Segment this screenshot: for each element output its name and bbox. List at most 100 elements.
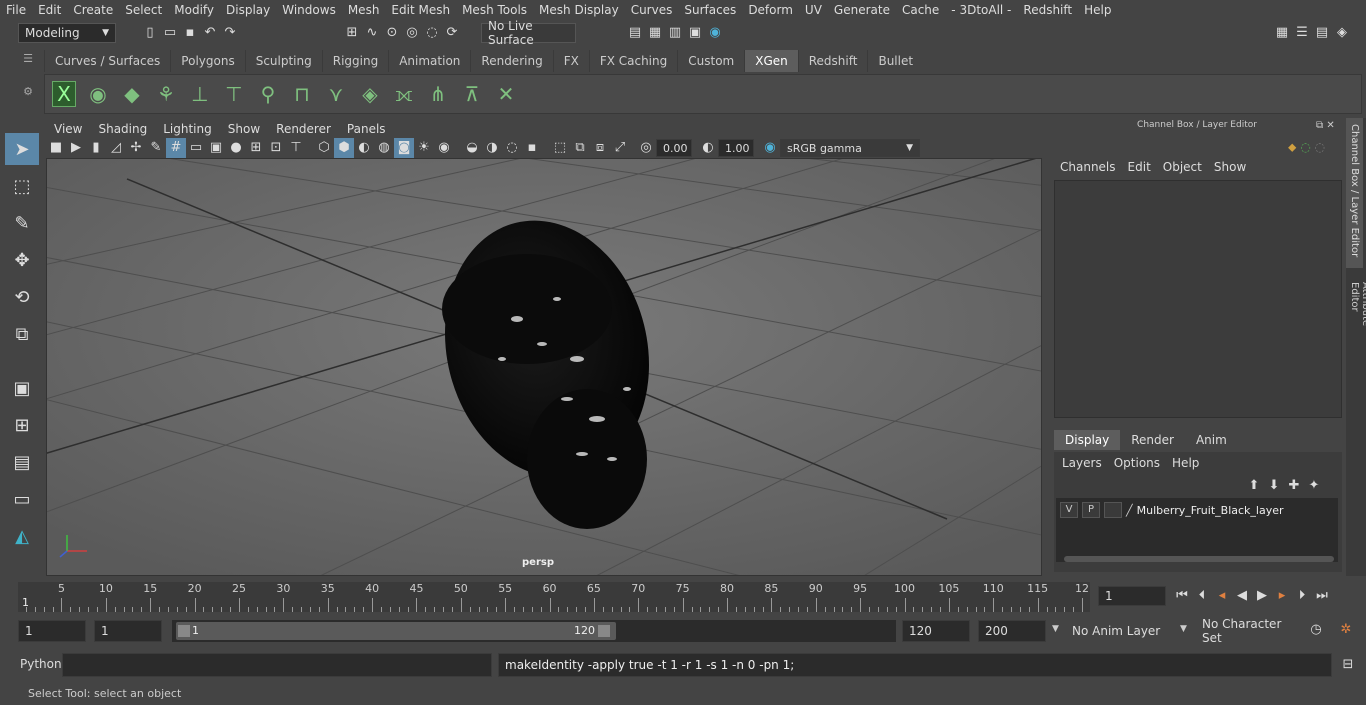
mode-dropdown[interactable]: Modeling ▼: [18, 23, 116, 43]
workspace-icon[interactable]: ▦: [1272, 23, 1292, 43]
move-layer-up-icon[interactable]: ⬆: [1244, 476, 1264, 496]
script-editor-icon[interactable]: ⊟: [1338, 655, 1358, 675]
resolution-gate-icon[interactable]: ▣: [206, 138, 226, 158]
wireframe-icon[interactable]: ⬡: [314, 138, 334, 158]
step-back-frame-icon[interactable]: ◂: [1212, 586, 1232, 606]
viewport-menu-lighting[interactable]: Lighting: [155, 122, 220, 136]
close-panel-icon[interactable]: ✕: [1326, 120, 1334, 131]
menu-cache[interactable]: Cache: [896, 3, 945, 17]
scale-tool-icon[interactable]: ⧉: [5, 318, 39, 350]
tool-settings-icon[interactable]: ◌: [1315, 140, 1325, 154]
undo-icon[interactable]: ↶: [200, 23, 220, 43]
gate-mask-icon[interactable]: ●: [226, 138, 246, 158]
menu-mesh-display[interactable]: Mesh Display: [533, 3, 625, 17]
time-slider[interactable]: 5 10 15 20 25 30 35 40 45 50 55 60 65 70 75 80 85 90 95 100…: [0, 578, 1366, 614]
gamma-icon[interactable]: ◐: [698, 138, 718, 158]
layout-outliner-icon[interactable]: ▤: [5, 446, 39, 478]
range-handle-start[interactable]: [178, 625, 190, 637]
textured-icon[interactable]: ◍: [374, 138, 394, 158]
menu-mesh-tools[interactable]: Mesh Tools: [456, 3, 533, 17]
play-forward-icon[interactable]: ▶: [1252, 586, 1272, 606]
panel-layout-icon[interactable]: ▤: [1312, 23, 1332, 43]
snap-grid-icon[interactable]: ⊞: [342, 23, 362, 43]
shelf-tab-xgen[interactable]: XGen: [744, 50, 798, 72]
xgen-transfer-icon[interactable]: ⟗: [387, 77, 421, 111]
xgen-interactive-groom-icon[interactable]: ◆: [115, 77, 149, 111]
exposure-field[interactable]: 0.00: [656, 139, 692, 157]
menu-deform[interactable]: Deform: [742, 3, 799, 17]
select-tool-icon[interactable]: ➤: [5, 133, 39, 165]
gamma-field[interactable]: 1.00: [718, 139, 754, 157]
camera-attributes-icon[interactable]: ▶: [66, 138, 86, 158]
move-tool-icon[interactable]: ✥: [5, 244, 39, 276]
wireframe-on-shaded-icon[interactable]: ◐: [354, 138, 374, 158]
xray-active-icon[interactable]: ⧈: [590, 138, 610, 158]
layout-single-icon[interactable]: ▭: [5, 483, 39, 515]
new-layer-selected-icon[interactable]: ✦: [1304, 476, 1324, 496]
viewport-menu-shading[interactable]: Shading: [90, 122, 155, 136]
go-to-end-icon[interactable]: ⏭: [1312, 586, 1332, 606]
open-scene-icon[interactable]: ▭: [160, 23, 180, 43]
lasso-tool-icon[interactable]: ⬚: [5, 170, 39, 202]
rotate-tool-icon[interactable]: ⟲: [5, 281, 39, 313]
bookmark-icon[interactable]: ▮: [86, 138, 106, 158]
step-forward-frame-icon[interactable]: ▸: [1272, 586, 1292, 606]
shelf-menu-icon[interactable]: ☰: [18, 52, 38, 65]
float-panel-icon[interactable]: ⧉: [1316, 120, 1323, 131]
live-surface-field[interactable]: No Live Surface: [481, 19, 576, 47]
xgen-lock-icon[interactable]: ⊓: [285, 77, 319, 111]
shelf-tab-bullet[interactable]: Bullet: [867, 50, 923, 72]
layer-tab-render[interactable]: Render: [1120, 430, 1185, 450]
redo-icon[interactable]: ↷: [220, 23, 240, 43]
go-to-start-icon[interactable]: ⏮: [1172, 586, 1192, 606]
isolate-select-icon[interactable]: ▪: [522, 138, 542, 158]
outliner-toggle-icon[interactable]: ☰: [1292, 23, 1312, 43]
xgen-guides-icon[interactable]: ⋎: [319, 77, 353, 111]
shelf-tab-polygons[interactable]: Polygons: [170, 50, 244, 72]
layer-tab-display[interactable]: Display: [1054, 430, 1121, 450]
field-chart-icon[interactable]: ⊞: [246, 138, 266, 158]
2d-pan-icon[interactable]: ✢: [126, 138, 146, 158]
timeline-ticks[interactable]: 5 10 15 20 25 30 35 40 45 50 55 60 65 70 75 80 85 90 95 100…: [18, 582, 1090, 612]
viewport-menu-panels[interactable]: Panels: [339, 122, 394, 136]
xgen-delete-icon[interactable]: ✕: [489, 77, 523, 111]
new-scene-icon[interactable]: ▯: [140, 23, 160, 43]
safe-title-icon[interactable]: ⊤: [286, 138, 306, 158]
shelf-tab-sculpting[interactable]: Sculpting: [244, 50, 322, 72]
channel-menu-channels[interactable]: Channels: [1056, 160, 1124, 174]
xgen-add-guide-icon[interactable]: ⊤: [217, 77, 251, 111]
animation-preferences-icon[interactable]: ✲: [1336, 620, 1356, 640]
shelf-tab-redshift[interactable]: Redshift: [797, 50, 868, 72]
chevron-down-icon[interactable]: ▼: [1052, 624, 1059, 634]
menu-surfaces[interactable]: Surfaces: [678, 3, 742, 17]
layer-menu-layers[interactable]: Layers: [1060, 456, 1112, 470]
grease-pencil-icon[interactable]: ✎: [146, 138, 166, 158]
colorspace-dropdown[interactable]: sRGB gamma ▼: [780, 139, 920, 157]
xgen-preview-icon[interactable]: ◉: [81, 77, 115, 111]
save-scene-icon[interactable]: ▪: [180, 23, 200, 43]
character-set-dropdown[interactable]: No Character Set: [1196, 617, 1298, 645]
start-time-field[interactable]: 1: [18, 620, 86, 642]
shelf-tab-rigging[interactable]: Rigging: [321, 50, 388, 72]
tab-attribute-editor[interactable]: Attribute Editor: [1346, 268, 1366, 368]
film-gate-icon[interactable]: ▭: [186, 138, 206, 158]
menu-edit[interactable]: Edit: [32, 3, 67, 17]
xgen-place-guides-icon[interactable]: ⊥: [183, 77, 217, 111]
shelf-tab-rendering[interactable]: Rendering: [470, 50, 552, 72]
shelf-tab-custom[interactable]: Custom: [677, 50, 744, 72]
soft-select-icon[interactable]: ▣: [5, 372, 39, 404]
new-layer-icon[interactable]: ✚: [1284, 476, 1304, 496]
viewport-menu-view[interactable]: View: [46, 122, 90, 136]
xray-joints-icon[interactable]: ⧉: [570, 138, 590, 158]
range-slider-handle[interactable]: [176, 622, 616, 640]
channel-menu-object[interactable]: Object: [1159, 160, 1210, 174]
menu-help[interactable]: Help: [1078, 3, 1117, 17]
camera-icon[interactable]: ■: [46, 138, 66, 158]
xgen-layers-icon[interactable]: ◈: [353, 77, 387, 111]
shelf-tab-animation[interactable]: Animation: [388, 50, 470, 72]
channel-menu-show[interactable]: Show: [1210, 160, 1254, 174]
layer-name[interactable]: Mulberry_Fruit_Black_layer: [1137, 504, 1284, 517]
chevron-down-icon[interactable]: ▼: [1180, 624, 1187, 634]
viewport-3d[interactable]: persp: [46, 158, 1042, 576]
menu-generate[interactable]: Generate: [828, 3, 896, 17]
